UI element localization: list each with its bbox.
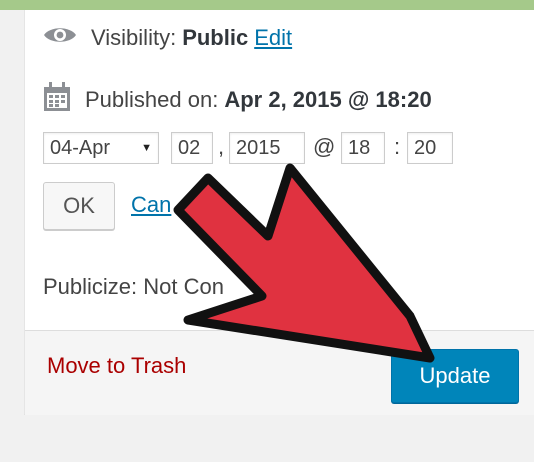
visibility-value: Public <box>182 25 249 50</box>
visibility-label: Visibility: <box>91 25 177 50</box>
hour-value: 18 <box>348 136 371 159</box>
time-colon: : <box>394 134 401 159</box>
published-row: Published on: Apr 2, 2015 @ 18:20 <box>43 78 432 122</box>
month-value: 04-Apr <box>50 136 111 159</box>
cancel-link[interactable]: Can <box>131 192 171 218</box>
update-button[interactable]: Update <box>391 349 519 403</box>
day-value: 02 <box>178 136 201 159</box>
visibility-edit-link[interactable]: Edit <box>254 25 292 51</box>
publicize-link[interactable]: w <box>348 274 364 299</box>
publicize-text: Publicize: Not Con <box>43 274 224 299</box>
minute-value: 20 <box>414 136 437 159</box>
minute-input[interactable]: 20 <box>407 132 453 164</box>
visibility-row: Visibility: Public Edit <box>43 16 292 60</box>
published-label: Published on: <box>85 87 219 112</box>
date-at: @ <box>313 134 336 159</box>
date-comma: , <box>218 134 225 159</box>
move-to-trash-link[interactable]: Move to Trash <box>47 353 186 379</box>
calendar-icon <box>43 82 71 118</box>
day-input[interactable]: 02 <box>171 132 213 164</box>
year-input[interactable]: 2015 <box>229 132 305 164</box>
major-publishing-actions: Move to Trash Update <box>25 330 534 415</box>
ok-button[interactable]: OK <box>43 182 115 230</box>
select-arrow-icon: ▼ <box>141 142 152 154</box>
published-value: Apr 2, 2015 @ 18:20 <box>224 87 432 112</box>
top-bar <box>0 0 534 10</box>
publish-panel: Visibility: Public Edit Published on: Ap… <box>24 10 534 415</box>
year-value: 2015 <box>236 136 281 159</box>
eye-icon <box>43 24 77 52</box>
month-select[interactable]: 04-Apr ▼ <box>43 132 159 164</box>
hour-input[interactable]: 18 <box>341 132 385 164</box>
publicize-row: Publicize: Not Con w <box>43 274 364 300</box>
